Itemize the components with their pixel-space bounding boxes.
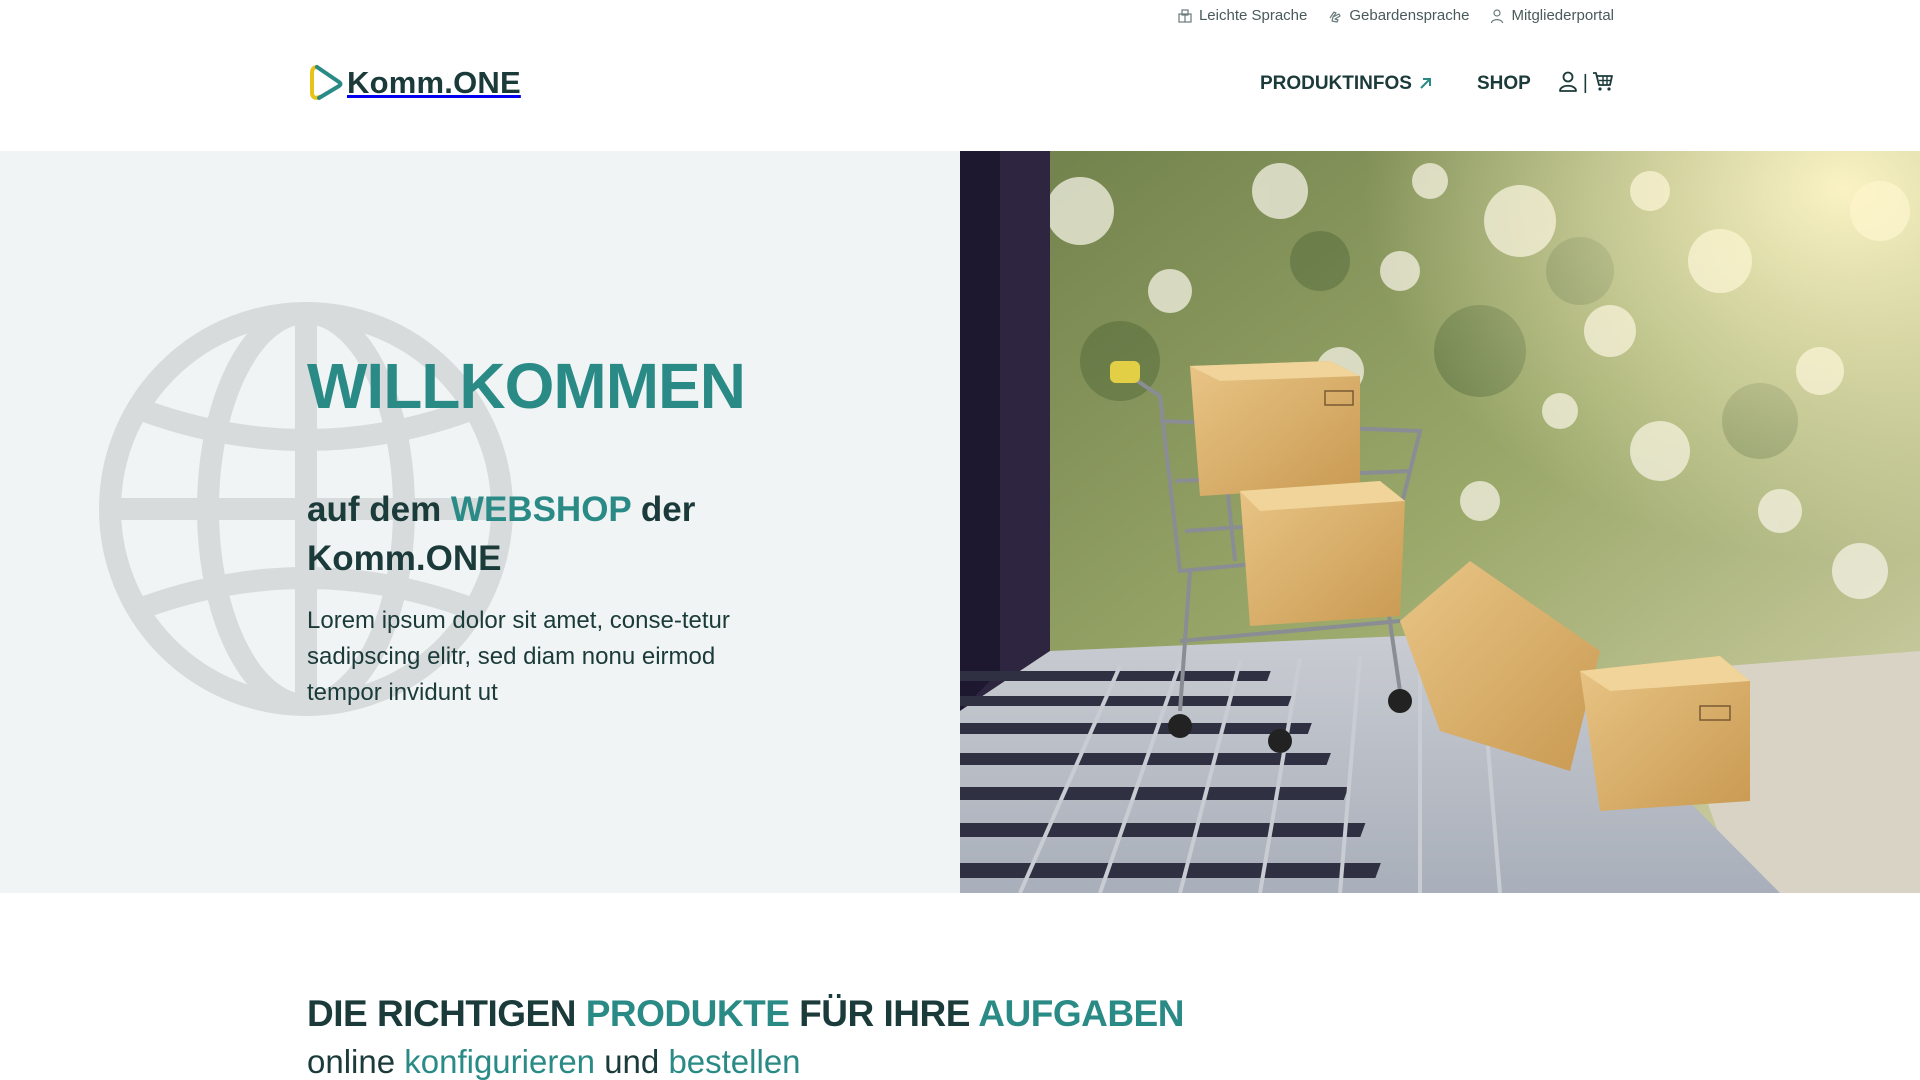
utility-leichte-sprache-link[interactable]: Leichte Sprache (1177, 7, 1307, 24)
section-sub-accent1: konfigurieren (404, 1043, 596, 1080)
main-nav: PRODUKTINFOS SHOP | (1260, 70, 1614, 97)
section-sub-part2: und (595, 1043, 669, 1080)
section-subtitle: online konfigurieren und bestellen (307, 1043, 801, 1080)
section-title-accent1: PRODUKTE (585, 993, 790, 1034)
easy-read-icon (1178, 8, 1192, 23)
user-icon (1558, 71, 1577, 92)
nav-produktinfos-link[interactable]: PRODUKTINFOS (1260, 73, 1433, 95)
section-title: DIE RICHTIGEN PRODUKTE FÜR IHRE AUFGABEN (307, 993, 1184, 1035)
hero-subtitle-part1: auf dem (307, 490, 451, 529)
utility-nav: Leichte Sprache Gebardensprache Mitglied… (1177, 7, 1614, 24)
cart-icon (1593, 72, 1613, 91)
logo[interactable]: Komm.ONE (309, 64, 521, 102)
hero-title: WILLKOMMEN (307, 350, 746, 422)
cart-button[interactable] (1592, 70, 1614, 97)
section-sub-accent2: bestellen (668, 1043, 801, 1080)
sign-language-icon (1329, 10, 1341, 23)
section-sub-part1: online (307, 1043, 405, 1080)
section-title-part2: FÜR IHRE (789, 993, 979, 1034)
utility-gebaerdensprache-link[interactable]: Gebardensprache (1327, 7, 1469, 24)
utility-mitgliederportal-link[interactable]: Mitgliederportal (1489, 7, 1614, 24)
logo-text: Komm.ONE (347, 65, 521, 100)
nav-separator: | (1582, 72, 1588, 94)
nav-produktinfos-label: PRODUKTINFOS (1259, 72, 1412, 94)
hero-subtitle-accent: WEBSHOP (450, 490, 632, 529)
hero-body-text: Lorem ipsum dolor sit amet, conse-tetur … (307, 607, 730, 706)
nav-shop-link[interactable]: SHOP (1477, 73, 1531, 95)
hero-subtitle: auf dem WEBSHOP der Komm.ONE (307, 485, 767, 583)
section-title-accent2: AUFGABEN (978, 993, 1184, 1034)
utility-leichte-sprache-label: Leichte Sprache (1198, 7, 1308, 24)
logo-play-icon (310, 65, 343, 100)
hero-photo-shopping-cart-laptop (960, 151, 1920, 893)
user-icon (1491, 8, 1504, 23)
hero: WILLKOMMEN auf dem WEBSHOP der Komm.ONE … (0, 151, 1920, 893)
account-button[interactable] (1557, 70, 1579, 97)
section-title-part1: DIE RICHTIGEN (307, 993, 586, 1034)
hero-image (960, 151, 1920, 893)
utility-gebaerdensprache-label: Gebardensprache (1349, 7, 1470, 24)
hero-text-panel: WILLKOMMEN auf dem WEBSHOP der Komm.ONE … (0, 151, 960, 893)
nav-shop-label: SHOP (1476, 72, 1531, 94)
external-link-icon (1420, 78, 1431, 89)
utility-mitgliederportal-label: Mitgliederportal (1511, 7, 1614, 24)
